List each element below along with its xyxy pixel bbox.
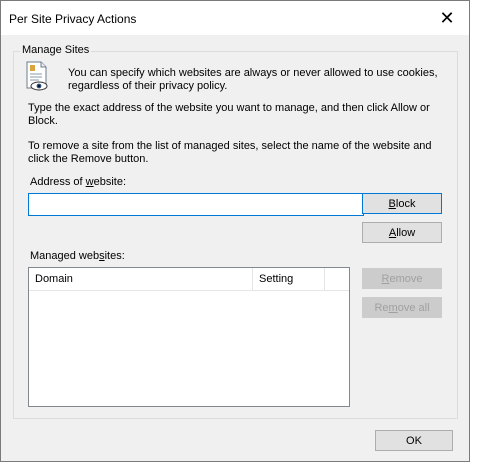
dialog-title: Per Site Privacy Actions (9, 12, 137, 26)
managed-websites-list[interactable]: Domain Setting (28, 267, 350, 407)
ok-button[interactable]: OK (375, 430, 453, 451)
allow-button[interactable]: Allow (362, 222, 442, 243)
close-icon: ✕ (439, 7, 455, 28)
managed-websites-label: Managed websites: (30, 250, 125, 262)
info-text: You can specify which websites are alway… (68, 67, 438, 92)
address-label: Address of website: (30, 176, 127, 188)
title-bar: Per Site Privacy Actions ✕ (1, 1, 469, 35)
per-site-privacy-dialog: Per Site Privacy Actions ✕ Manage Sites … (0, 0, 470, 462)
remove-all-button[interactable]: Re m ove all (362, 297, 442, 318)
list-header: Domain Setting (29, 268, 349, 291)
manage-sites-group: Manage Sites You can specify which websi… (13, 44, 458, 419)
remove-button[interactable]: Remove (362, 268, 442, 289)
close-button[interactable]: ✕ (425, 1, 469, 35)
website-address-input[interactable] (28, 193, 364, 216)
column-header-domain[interactable]: Domain (29, 268, 253, 290)
instructions-add: Type the exact address of the website yo… (28, 102, 430, 127)
instructions-remove: To remove a site from the list of manage… (28, 140, 432, 165)
group-label: Manage Sites (20, 44, 92, 56)
column-header-setting[interactable]: Setting (253, 268, 325, 290)
block-button[interactable]: Block (362, 193, 442, 214)
privacy-document-eye-icon (26, 61, 48, 91)
